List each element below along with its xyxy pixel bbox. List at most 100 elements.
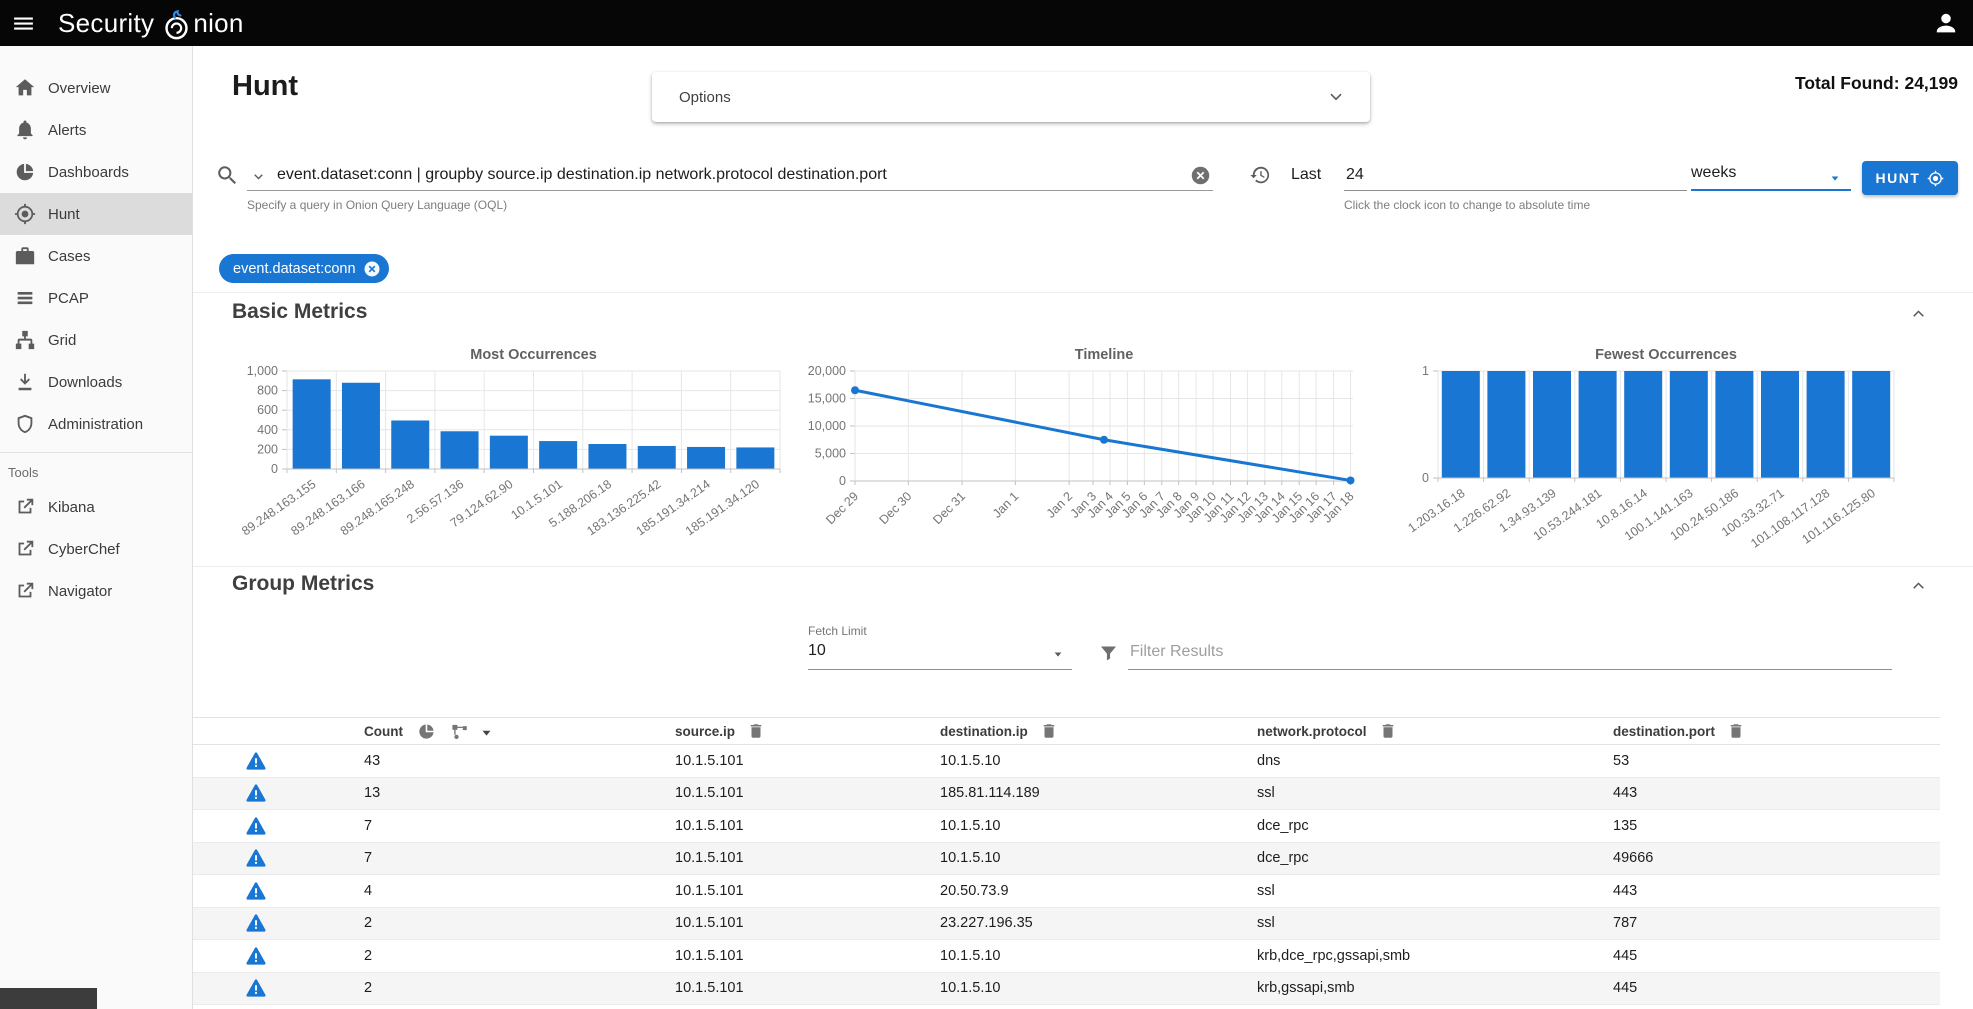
- caret-down-icon[interactable]: [1050, 646, 1066, 662]
- external-link-icon: [14, 538, 36, 560]
- svg-text:Dec 29: Dec 29: [823, 489, 861, 527]
- sidebar-item-overview[interactable]: Overview: [0, 67, 192, 109]
- caret-down-icon[interactable]: [1827, 170, 1843, 186]
- column-destination-port: destination.port: [1613, 724, 1715, 739]
- total-found-value: 24,199: [1904, 73, 1958, 93]
- sidebar-item-alerts[interactable]: Alerts: [0, 109, 192, 151]
- sidebar-item-administration[interactable]: Administration: [0, 403, 192, 445]
- table-row[interactable]: 710.1.5.10110.1.5.10dce_rpc49666: [193, 843, 1940, 876]
- warning-icon: [245, 750, 267, 772]
- security-onion-hunt-page: Security nion OverviewAlertsDashboardsHu…: [0, 0, 1973, 1009]
- options-label: Options: [679, 89, 731, 106]
- basic-metrics-title: Basic Metrics: [232, 300, 367, 324]
- fetch-limit-label: Fetch Limit: [808, 624, 867, 638]
- cell-count: 43: [358, 753, 675, 769]
- sidebar: OverviewAlertsDashboardsHuntCasesPCAPGri…: [0, 46, 193, 1009]
- relative-time-label: Last: [1291, 166, 1321, 184]
- trash-icon[interactable]: [1379, 722, 1397, 740]
- duration-input[interactable]: [1346, 162, 1682, 188]
- svg-text:1,000: 1,000: [247, 364, 278, 378]
- column-network-protocol: network.protocol: [1257, 724, 1367, 739]
- cell-destination-port: 787: [1613, 915, 1940, 931]
- cell-source-ip: 10.1.5.101: [675, 980, 940, 996]
- filter-chip[interactable]: event.dataset:conn: [219, 254, 389, 283]
- sidebar-tool-kibana[interactable]: Kibana: [0, 486, 192, 528]
- security-onion-logo: Security nion: [58, 8, 244, 39]
- cell-network-protocol: ssl: [1257, 785, 1613, 801]
- sidebar-item-downloads[interactable]: Downloads: [0, 361, 192, 403]
- trash-icon[interactable]: [747, 722, 765, 740]
- table-row[interactable]: 410.1.5.10120.50.73.9ssl443: [193, 875, 1940, 908]
- query-history-chevron-icon[interactable]: [250, 168, 267, 185]
- cell-destination-ip: 20.50.73.9: [940, 883, 1257, 899]
- cell-network-protocol: dns: [1257, 753, 1613, 769]
- brand-text-right: nion: [193, 8, 243, 39]
- sidebar-item-pcap[interactable]: PCAP: [0, 277, 192, 319]
- crosshair-icon: [1927, 170, 1944, 187]
- cell-count: 13: [358, 785, 675, 801]
- history-clock-icon[interactable]: [1249, 164, 1271, 186]
- options-panel[interactable]: Options: [652, 72, 1370, 122]
- fetch-limit-select[interactable]: 10: [808, 642, 826, 660]
- sidebar-item-cases[interactable]: Cases: [0, 235, 192, 277]
- trash-icon[interactable]: [1040, 722, 1058, 740]
- table-row[interactable]: 1310.1.5.101185.81.114.189ssl443: [193, 778, 1940, 811]
- sidebar-item-grid[interactable]: Grid: [0, 319, 192, 361]
- table-row[interactable]: 210.1.5.10110.1.5.10krb,dce_rpc,gssapi,s…: [193, 940, 1940, 973]
- cell-network-protocol: dce_rpc: [1257, 818, 1613, 834]
- svg-text:10,000: 10,000: [808, 419, 846, 433]
- svg-text:0: 0: [271, 462, 278, 476]
- sidebar-item-dashboards[interactable]: Dashboards: [0, 151, 192, 193]
- cell-destination-ip: 10.1.5.10: [940, 980, 1257, 996]
- trash-icon[interactable]: [1727, 722, 1745, 740]
- table-row[interactable]: 210.1.5.10110.1.5.10krb,gssapi,smb445: [193, 973, 1940, 1006]
- svg-text:0: 0: [839, 474, 846, 488]
- sidebar-tool-navigator[interactable]: Navigator: [0, 570, 192, 612]
- pie-chart-icon[interactable]: [417, 722, 436, 741]
- query-input[interactable]: [277, 162, 1177, 188]
- home-icon: [14, 77, 36, 99]
- sidebar-item-hunt[interactable]: Hunt: [0, 193, 192, 235]
- svg-text:200: 200: [257, 442, 278, 456]
- chip-close-icon[interactable]: [363, 260, 381, 278]
- collapse-basic-metrics-icon[interactable]: [1909, 304, 1928, 323]
- collapse-group-metrics-icon[interactable]: [1909, 576, 1928, 595]
- section-divider: [193, 292, 1973, 293]
- filter-results-input[interactable]: [1130, 639, 1890, 665]
- warning-icon: [245, 912, 267, 934]
- clear-query-icon[interactable]: [1190, 165, 1211, 186]
- hunt-button[interactable]: HUNT: [1862, 161, 1958, 195]
- svg-text:0: 0: [1422, 471, 1429, 485]
- cell-destination-ip: 10.1.5.10: [940, 818, 1257, 834]
- cell-network-protocol: ssl: [1257, 915, 1613, 931]
- group-metrics-title: Group Metrics: [232, 572, 374, 596]
- top-bar: Security nion: [0, 0, 1973, 46]
- table-row[interactable]: 4310.1.5.10110.1.5.10dns53: [193, 745, 1940, 778]
- pie-chart-icon: [14, 161, 36, 183]
- unit-underline: [1691, 189, 1851, 191]
- user-icon[interactable]: [1923, 0, 1969, 46]
- table-row[interactable]: 210.1.5.10123.227.196.35ssl787: [193, 908, 1940, 941]
- graph-icon[interactable]: [450, 722, 469, 741]
- external-link-icon: [14, 580, 36, 602]
- cell-count: 7: [358, 818, 675, 834]
- group-metrics-table: Countsource.ipdestination.ipnetwork.prot…: [193, 717, 1940, 1005]
- column-destination-ip: destination.ip: [940, 724, 1028, 739]
- svg-text:1: 1: [1422, 364, 1429, 378]
- sidebar-tool-cyberchef[interactable]: CyberChef: [0, 528, 192, 570]
- main-content: Hunt Options Total Found: 24,199 Specify…: [193, 46, 1973, 1009]
- caret-down-icon[interactable]: [477, 723, 494, 740]
- svg-text:5,000: 5,000: [815, 447, 846, 461]
- cell-destination-port: 443: [1613, 785, 1940, 801]
- sidebar-item-label: Downloads: [48, 374, 122, 391]
- cell-count: 2: [358, 915, 675, 931]
- cell-source-ip: 10.1.5.101: [675, 948, 940, 964]
- cell-destination-port: 443: [1613, 883, 1940, 899]
- cell-network-protocol: dce_rpc: [1257, 850, 1613, 866]
- table-row[interactable]: 710.1.5.10110.1.5.10dce_rpc135: [193, 810, 1940, 843]
- menu-icon[interactable]: [0, 0, 46, 46]
- sidebar-tool-label: Kibana: [48, 499, 95, 516]
- cell-network-protocol: ssl: [1257, 883, 1613, 899]
- sidebar-tool-label: CyberChef: [48, 541, 120, 558]
- cell-destination-ip: 10.1.5.10: [940, 753, 1257, 769]
